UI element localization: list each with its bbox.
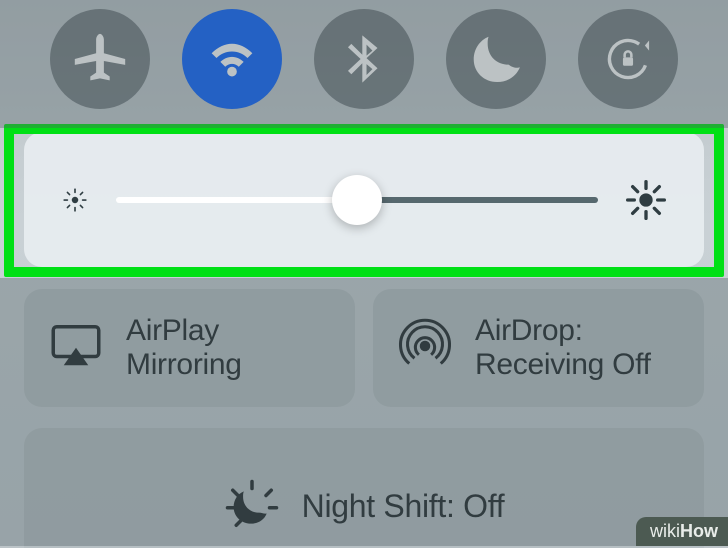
moon-icon <box>465 28 527 90</box>
watermark: wikiHow <box>636 517 728 546</box>
brightness-slider[interactable] <box>116 175 598 225</box>
share-row: AirPlay Mirroring AirDrop: Receiving Off <box>24 289 704 407</box>
slider-track-filled <box>116 197 357 203</box>
brightness-low-icon <box>62 187 88 213</box>
bluetooth-toggle[interactable] <box>314 9 414 109</box>
airdrop-label: AirDrop: Receiving Off <box>475 314 651 383</box>
night-shift-button[interactable]: Night Shift: Off <box>24 428 704 548</box>
do-not-disturb-toggle[interactable] <box>446 9 546 109</box>
airdrop-button[interactable]: AirDrop: Receiving Off <box>373 289 704 407</box>
brightness-high-icon <box>626 180 666 220</box>
slider-track-empty <box>357 197 598 203</box>
night-shift-icon <box>224 482 280 539</box>
brightness-panel <box>24 132 704 267</box>
airplay-button[interactable]: AirPlay Mirroring <box>24 289 355 407</box>
wifi-toggle[interactable] <box>182 9 282 109</box>
bluetooth-icon <box>337 32 391 86</box>
slider-thumb[interactable] <box>332 175 382 225</box>
airplay-label: AirPlay Mirroring <box>126 314 242 383</box>
wifi-icon <box>201 28 263 90</box>
rotation-lock-icon <box>601 32 655 86</box>
airdrop-icon <box>397 318 453 379</box>
airplane-mode-toggle[interactable] <box>50 9 150 109</box>
airplane-icon <box>69 28 131 90</box>
airplay-icon <box>48 318 104 379</box>
quick-toggles-row <box>24 0 704 118</box>
night-shift-label: Night Shift: Off <box>302 482 505 525</box>
rotation-lock-toggle[interactable] <box>578 9 678 109</box>
